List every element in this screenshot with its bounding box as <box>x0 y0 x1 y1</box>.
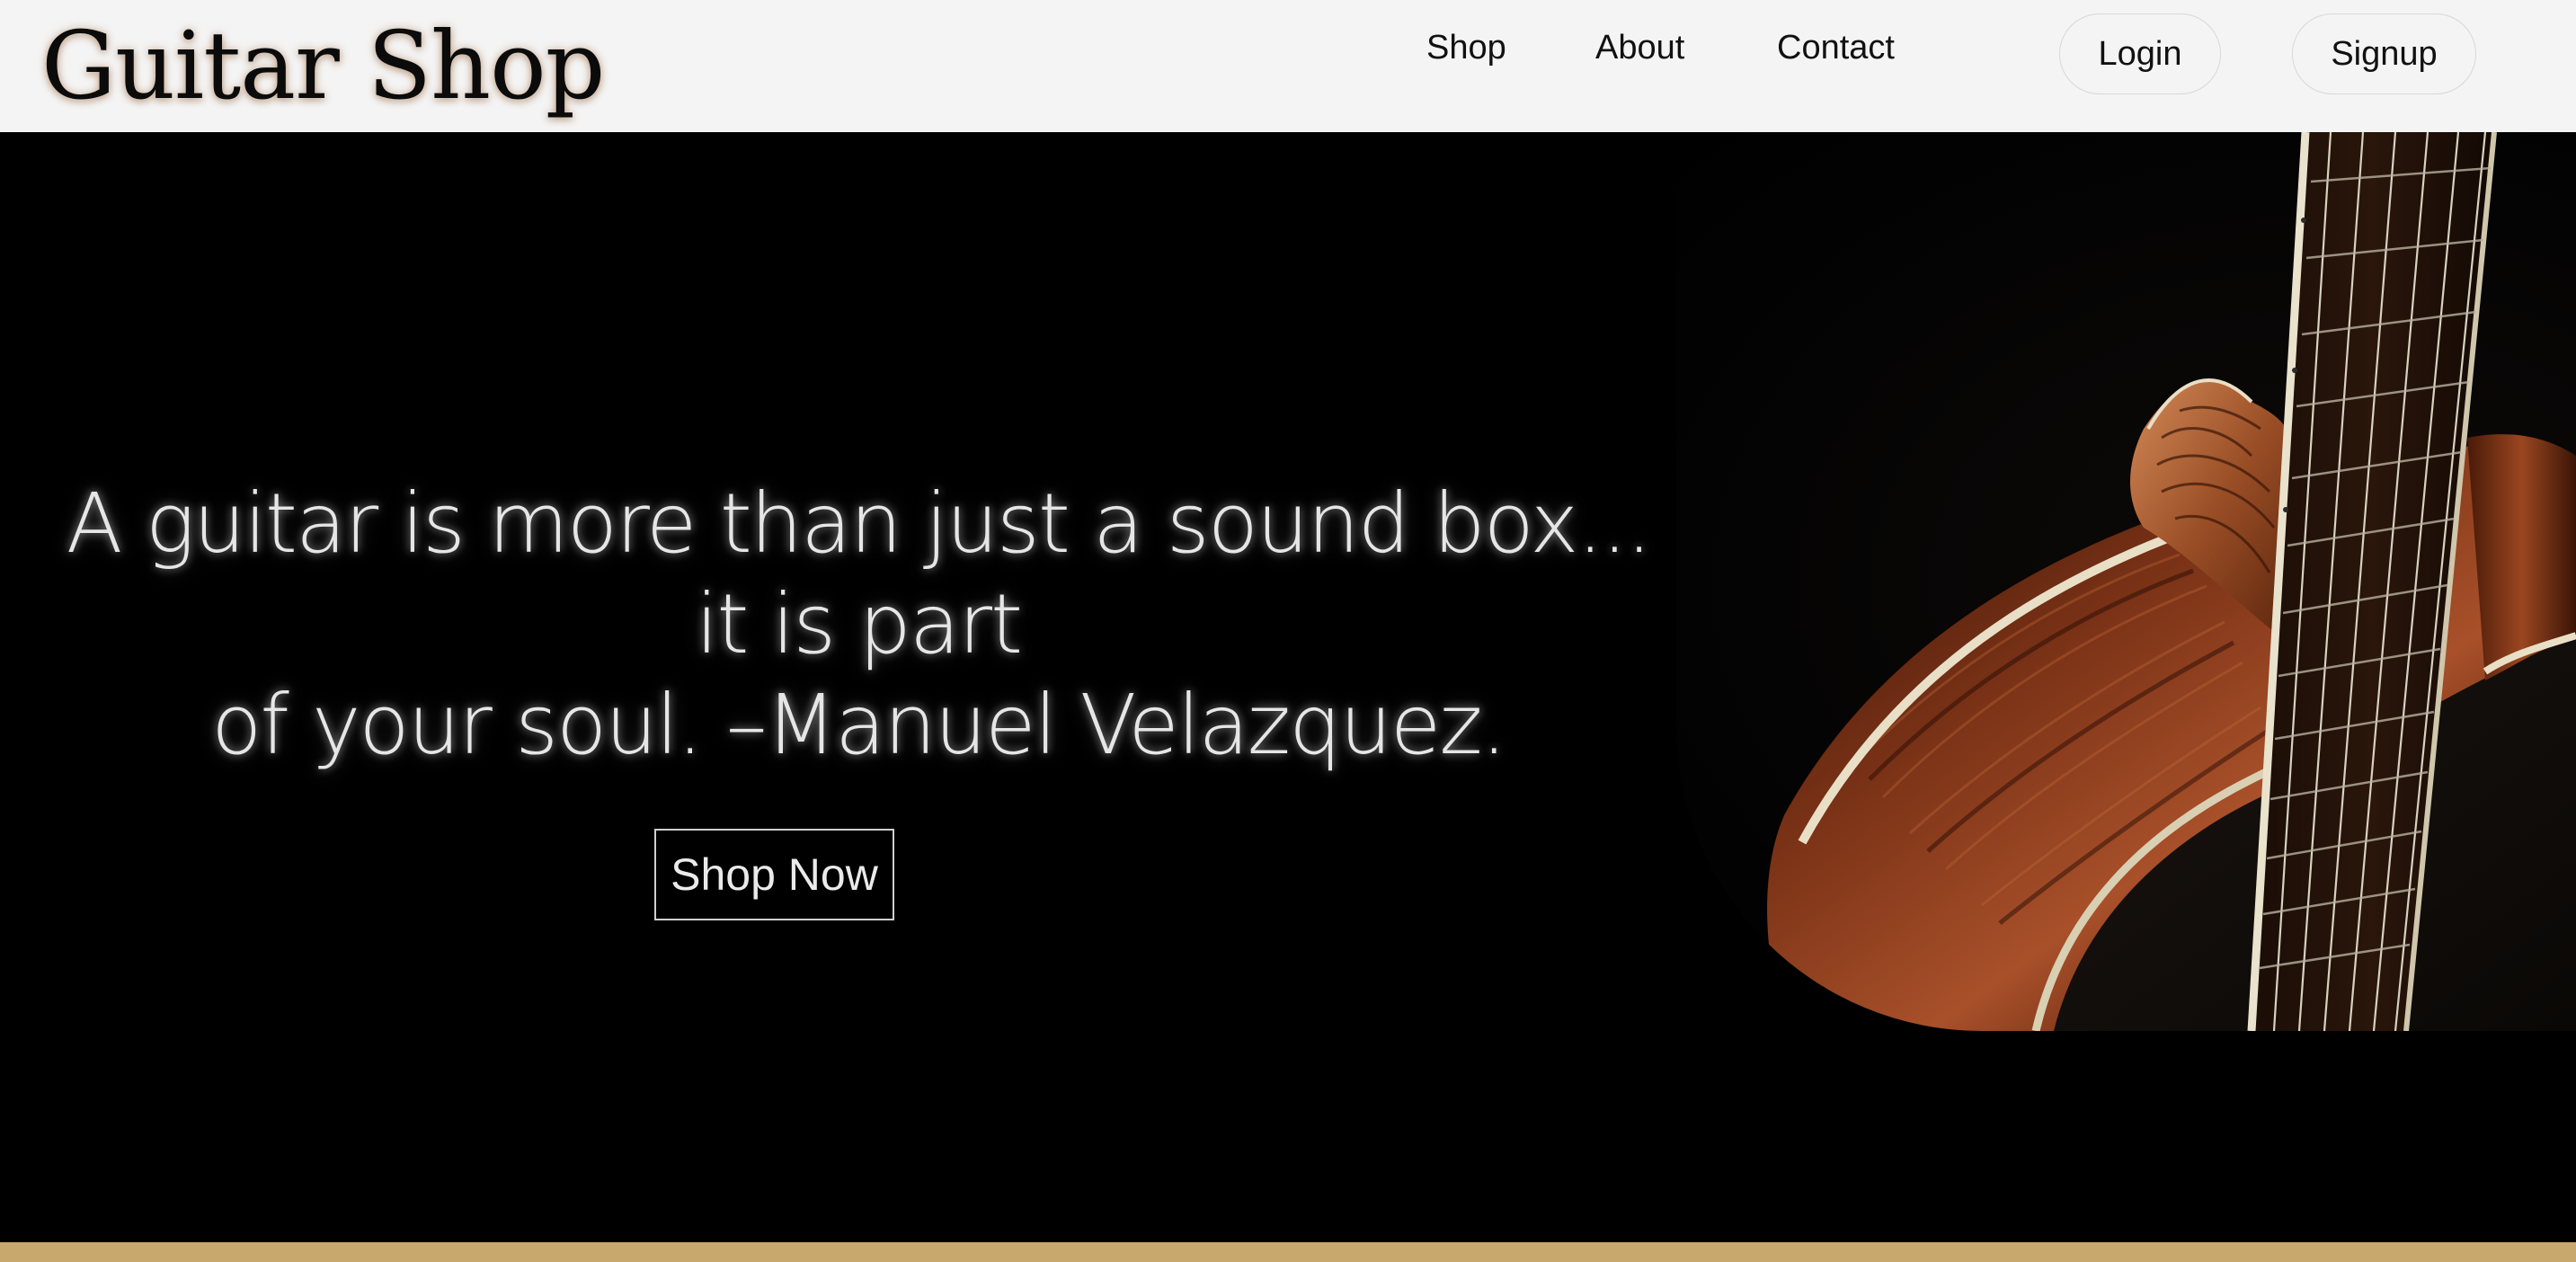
hero-section: A guitar is more than just a sound box..… <box>0 132 2576 1242</box>
nav-link-shop[interactable]: Shop <box>1426 29 1506 67</box>
site-logo[interactable]: Guitar Shop <box>41 14 605 118</box>
signup-button[interactable]: Signup <box>2292 13 2476 94</box>
guitar-image <box>1676 132 2576 1031</box>
login-button[interactable]: Login <box>2059 13 2221 94</box>
nav-link-contact[interactable]: Contact <box>1777 29 1895 67</box>
accent-band <box>0 1242 2576 1262</box>
hero-quote-line-1: A guitar is more than just a sound box..… <box>66 475 1653 672</box>
top-navbar: Guitar Shop Shop About Contact Login Sig… <box>0 0 2576 132</box>
hero-quote: A guitar is more than just a sound box..… <box>36 474 1681 776</box>
hero-quote-line-2: of your soul. –Manuel Velazquez. <box>211 677 1507 773</box>
nav-link-about[interactable]: About <box>1595 29 1684 67</box>
shop-now-button[interactable]: Shop Now <box>654 829 894 920</box>
page: Guitar Shop Shop About Contact Login Sig… <box>0 0 2576 1262</box>
